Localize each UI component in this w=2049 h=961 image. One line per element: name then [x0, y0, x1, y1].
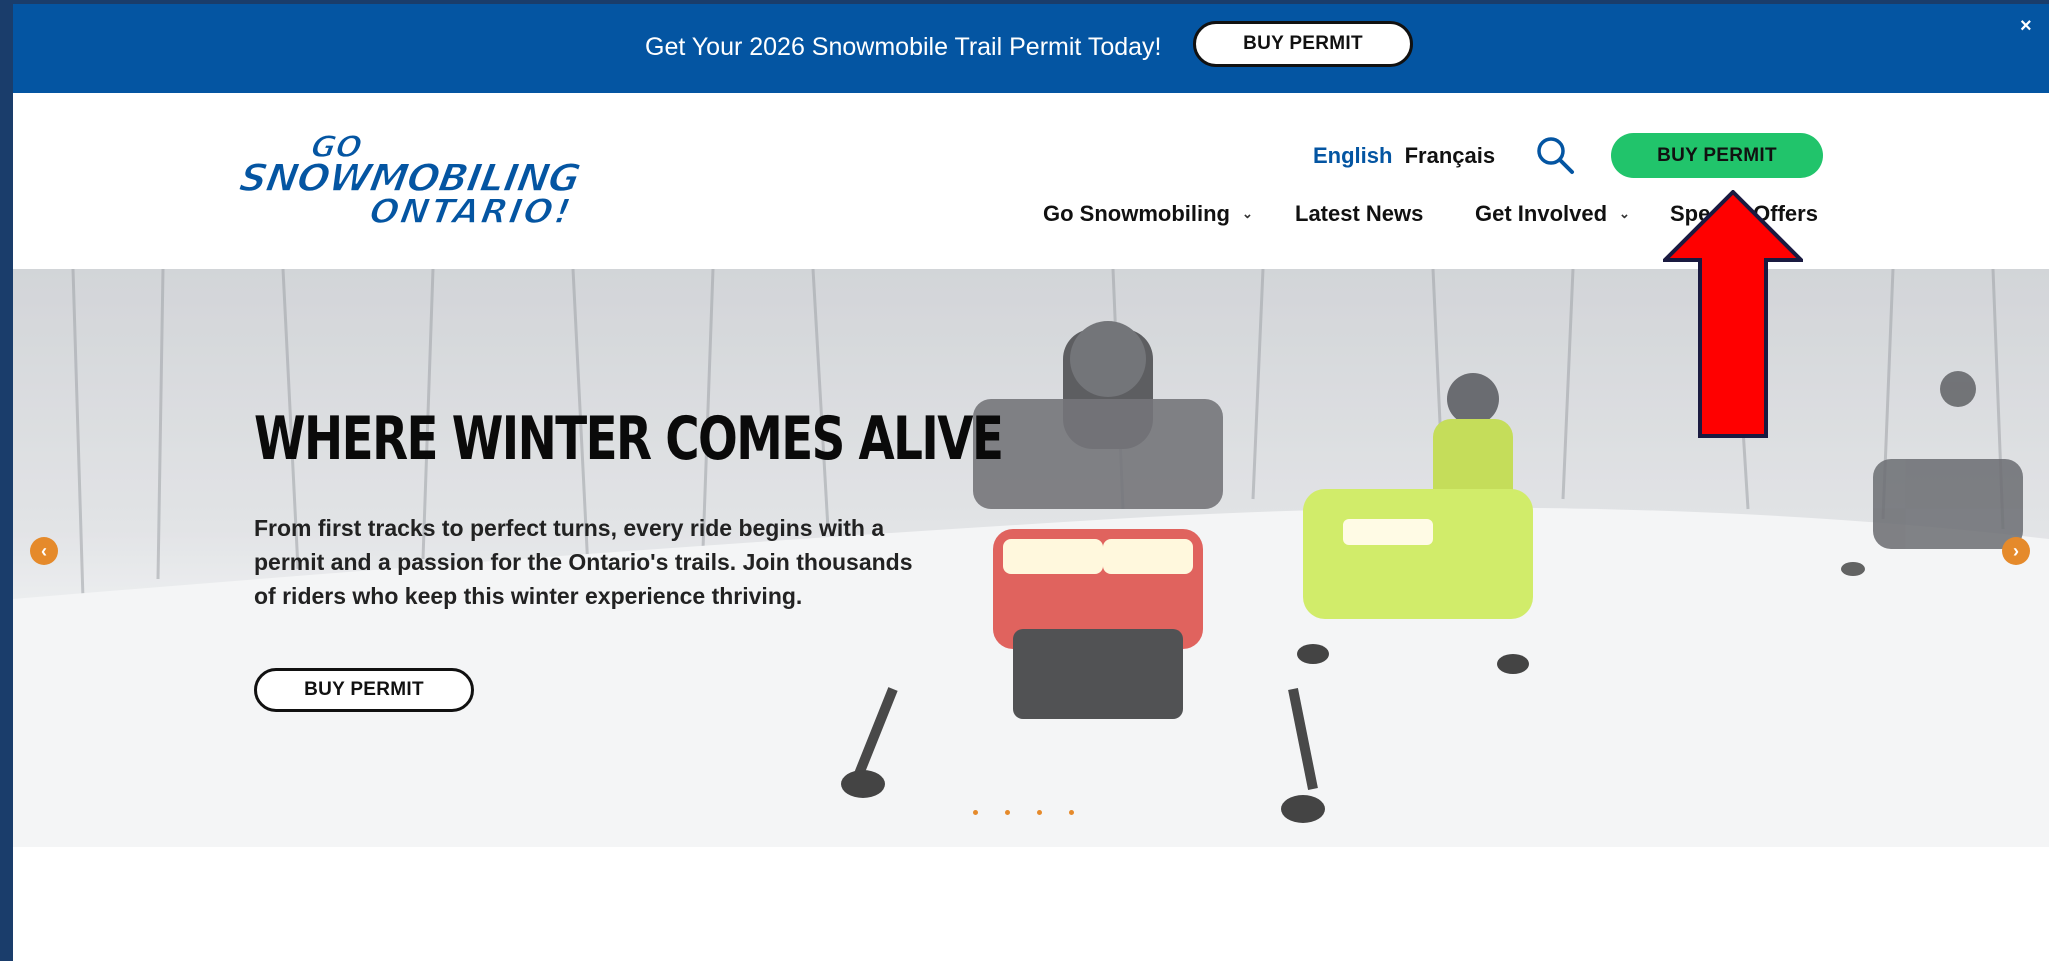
annotation-arrow-icon	[1663, 190, 1803, 438]
promo-bar: Get Your 2026 Snowmobile Trail Permit To…	[13, 4, 2049, 93]
language-english-link[interactable]: English	[1313, 143, 1392, 168]
carousel-dot[interactable]	[1037, 810, 1042, 815]
close-icon[interactable]: ×	[2020, 16, 2032, 36]
language-switcher: English Français	[1313, 143, 1495, 169]
hero-title: WHERE WINTER COMES ALIVE	[254, 404, 1004, 474]
carousel-pagination	[973, 810, 1074, 815]
nav-label: Latest News	[1295, 201, 1424, 226]
go-snowmobiling-ontario-logo[interactable]: GO SNOWMOBILING ONTARIO!	[233, 127, 593, 227]
promo-text: Get Your 2026 Snowmobile Trail Permit To…	[645, 33, 1162, 61]
carousel-dot[interactable]	[973, 810, 978, 815]
nav-go-snowmobiling[interactable]: Go Snowmobiling ⌄	[1043, 201, 1253, 227]
chevron-down-icon: ⌄	[1619, 206, 1630, 221]
svg-text:ONTARIO!: ONTARIO!	[366, 192, 573, 227]
carousel-dot[interactable]	[1005, 810, 1010, 815]
carousel-prev-icon[interactable]: ‹	[30, 537, 58, 565]
carousel-next-icon[interactable]: ›	[2002, 537, 2030, 565]
search-icon[interactable]	[1535, 135, 1575, 175]
nav-label: Go Snowmobiling	[1043, 201, 1230, 226]
hero-body-text: From first tracks to perfect turns, ever…	[254, 515, 913, 609]
language-french-link[interactable]: Français	[1405, 143, 1496, 168]
hero-buy-permit-button[interactable]: BUY PERMIT	[254, 668, 474, 712]
nav-label: Get Involved	[1475, 201, 1608, 226]
promo-buy-permit-button[interactable]: BUY PERMIT	[1193, 21, 1413, 67]
header-buy-permit-button[interactable]: BUY PERMIT	[1611, 133, 1823, 178]
nav-latest-news[interactable]: Latest News	[1295, 201, 1423, 227]
nav-get-involved[interactable]: Get Involved ⌄	[1475, 201, 1630, 227]
carousel-dot[interactable]	[1069, 810, 1074, 815]
chevron-down-icon: ⌄	[1241, 206, 1253, 221]
page: Get Your 2026 Snowmobile Trail Permit To…	[13, 4, 2049, 961]
